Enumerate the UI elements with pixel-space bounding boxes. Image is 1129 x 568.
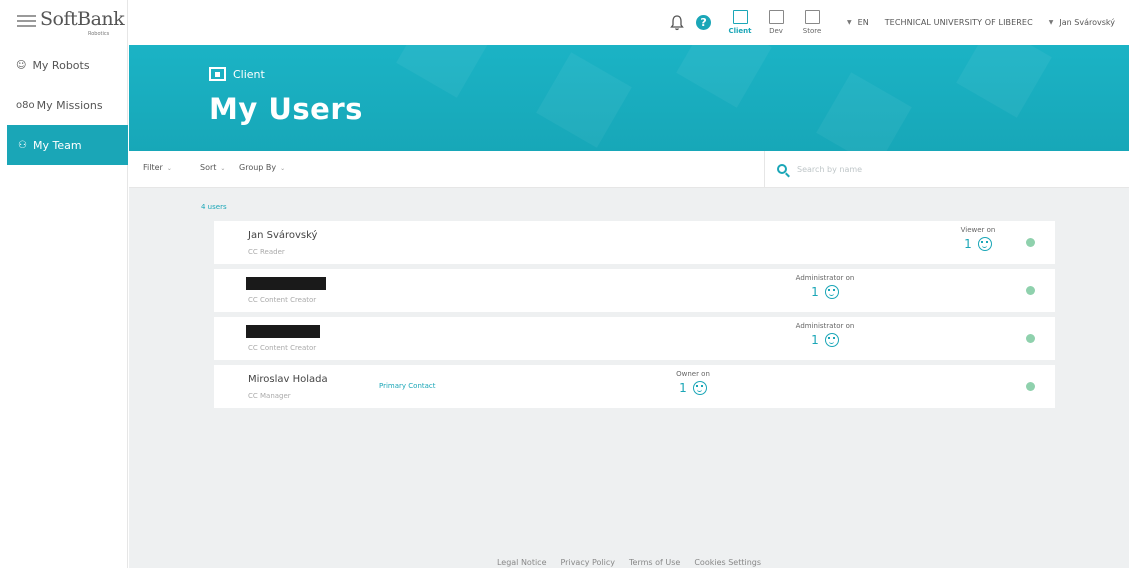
robot-face-icon bbox=[692, 381, 707, 395]
top-actions: ? Client Dev Store ▼ EN TECHNICAL UNIVER… bbox=[670, 0, 1129, 45]
permission-count: 1 bbox=[679, 381, 687, 395]
robot-permission[interactable]: Viewer on 1 bbox=[933, 226, 1023, 251]
filter-label: Filter bbox=[143, 163, 163, 172]
store-icon bbox=[804, 10, 820, 24]
status-dot bbox=[1026, 334, 1035, 343]
chevron-down-icon: ⌄ bbox=[220, 165, 226, 172]
tool-store-label: Store bbox=[802, 27, 822, 35]
chevron-down-icon: ▼ bbox=[847, 19, 852, 26]
organization-name[interactable]: TECHNICAL UNIVERSITY OF LIBEREC bbox=[885, 18, 1033, 27]
status-dot bbox=[1026, 286, 1035, 295]
redacted-name bbox=[246, 277, 326, 290]
section-label: Client bbox=[209, 67, 265, 81]
permission-count: 1 bbox=[964, 237, 972, 251]
filter-bar: Filter ⌄ Sort ⌄ Group By ⌄ bbox=[129, 151, 1129, 188]
robot-face-icon bbox=[824, 285, 839, 299]
search-box bbox=[764, 151, 1129, 187]
footer-link-terms[interactable]: Terms of Use bbox=[629, 558, 680, 567]
robot-face-icon bbox=[977, 237, 992, 251]
client-icon bbox=[209, 67, 226, 81]
robot-face-icon: ☺ bbox=[16, 59, 27, 71]
sidebar-item-my-robots[interactable]: ☺ My Robots bbox=[0, 45, 127, 85]
permission-label: Administrator on bbox=[795, 274, 855, 282]
user-name: Miroslav Holada bbox=[248, 374, 328, 385]
permission-count: 1 bbox=[811, 333, 819, 347]
tool-client[interactable]: Client bbox=[723, 10, 757, 35]
sidebar-item-my-missions[interactable]: o8o My Missions bbox=[0, 85, 127, 125]
footer: Legal Notice Privacy Policy Terms of Use… bbox=[129, 558, 1129, 567]
tool-dev[interactable]: Dev bbox=[759, 10, 793, 35]
user-role: CC Content Creator bbox=[248, 296, 317, 304]
permission-label: Owner on bbox=[676, 370, 710, 378]
users-list: 4 users Jan Svárovský CC Reader Viewer o… bbox=[129, 188, 1129, 568]
group-by-label: Group By bbox=[239, 163, 277, 172]
user-row[interactable]: CC Content Creator Administrator on 1 bbox=[214, 269, 1055, 312]
sidebar-item-label: My Robots bbox=[32, 58, 90, 72]
user-role: CC Reader bbox=[248, 248, 285, 256]
logo[interactable]: SoftBank Robotics bbox=[0, 0, 128, 45]
user-name: Jan Svárovský bbox=[1059, 18, 1115, 27]
group-by-dropdown[interactable]: Group By ⌄ bbox=[239, 163, 285, 172]
robot-face-icon bbox=[824, 333, 839, 347]
tool-store[interactable]: Store bbox=[795, 10, 829, 35]
code-icon bbox=[768, 10, 784, 24]
section-label-text: Client bbox=[233, 67, 265, 81]
tool-dev-label: Dev bbox=[769, 27, 783, 35]
team-icon: ⚇ bbox=[18, 139, 27, 151]
permission-count: 1 bbox=[811, 285, 819, 299]
top-bar: SoftBank Robotics ? Client Dev Store ▼ E… bbox=[0, 0, 1129, 45]
user-role: CC Content Creator bbox=[248, 344, 317, 352]
logo-text: SoftBank bbox=[40, 8, 125, 30]
sidebar-item-label: My Team bbox=[32, 138, 82, 152]
footer-link-cookies[interactable]: Cookies Settings bbox=[694, 558, 761, 567]
user-row[interactable]: Miroslav Holada CC Manager Primary Conta… bbox=[214, 365, 1055, 408]
sort-label: Sort bbox=[200, 163, 217, 172]
bell-icon[interactable] bbox=[670, 14, 684, 31]
page-title: My Users bbox=[209, 92, 363, 126]
primary-contact-badge: Primary Contact bbox=[379, 382, 436, 390]
status-dot bbox=[1026, 238, 1035, 247]
user-row[interactable]: CC Content Creator Administrator on 1 bbox=[214, 317, 1055, 360]
sidebar-item-label: My Missions bbox=[36, 98, 103, 112]
sort-dropdown[interactable]: Sort ⌄ bbox=[200, 163, 225, 172]
logo-mark-icon bbox=[17, 15, 36, 30]
page-header: Client My Users bbox=[129, 45, 1129, 151]
language-label: EN bbox=[857, 18, 869, 27]
permission-label: Viewer on bbox=[960, 226, 996, 234]
robot-permission[interactable]: Administrator on 1 bbox=[780, 322, 870, 347]
status-dot bbox=[1026, 382, 1035, 391]
user-count: 4 users bbox=[201, 203, 227, 211]
user-menu[interactable]: ▼ Jan Svárovský bbox=[1049, 18, 1115, 27]
robot-permission[interactable]: Administrator on 1 bbox=[780, 274, 870, 299]
chevron-down-icon: ▼ bbox=[1048, 19, 1054, 26]
client-icon bbox=[732, 10, 748, 24]
chevron-down-icon: ⌄ bbox=[280, 165, 286, 172]
search-icon bbox=[777, 164, 787, 174]
search-input[interactable] bbox=[797, 164, 1097, 174]
missions-icon: o8o bbox=[16, 99, 35, 111]
footer-link-legal[interactable]: Legal Notice bbox=[497, 558, 547, 567]
tool-client-label: Client bbox=[728, 27, 752, 35]
user-name: Jan Svárovský bbox=[248, 230, 318, 241]
sidebar: ☺ My Robots o8o My Missions ⚇ My Team bbox=[0, 45, 128, 568]
footer-link-privacy[interactable]: Privacy Policy bbox=[561, 558, 616, 567]
sidebar-item-my-team[interactable]: ⚇ My Team bbox=[7, 125, 128, 165]
language-selector[interactable]: ▼ EN bbox=[847, 18, 869, 27]
permission-label: Administrator on bbox=[795, 322, 855, 330]
user-row[interactable]: Jan Svárovský CC Reader Viewer on 1 bbox=[214, 221, 1055, 264]
chevron-down-icon: ⌄ bbox=[166, 165, 172, 172]
filter-dropdown[interactable]: Filter ⌄ bbox=[143, 163, 172, 172]
help-icon[interactable]: ? bbox=[696, 15, 712, 30]
logo-subtitle: Robotics bbox=[88, 31, 110, 37]
redacted-name bbox=[246, 325, 320, 338]
user-role: CC Manager bbox=[248, 392, 291, 400]
robot-permission[interactable]: Owner on 1 bbox=[648, 370, 738, 395]
